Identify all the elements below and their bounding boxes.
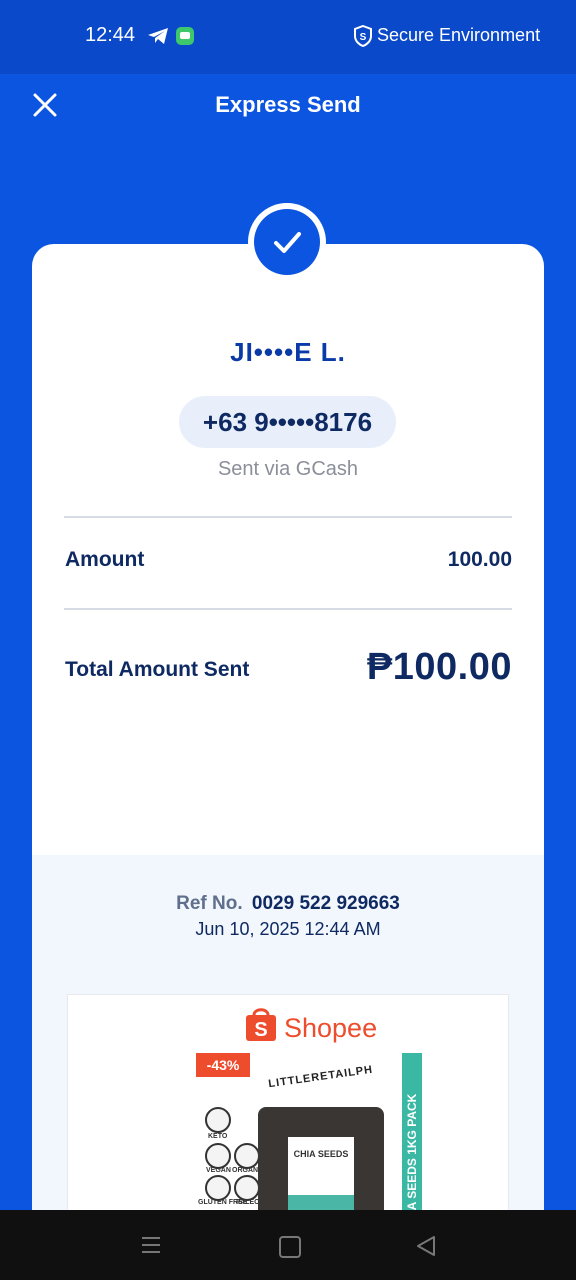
divider xyxy=(64,608,512,610)
shopee-bag-icon: S xyxy=(246,1008,276,1041)
success-check-badge xyxy=(248,203,326,281)
home-icon[interactable] xyxy=(279,1236,301,1258)
app-header: Express Send xyxy=(0,74,576,138)
ref-number: 0029 522 929663 xyxy=(251,893,400,914)
status-bar: 12:44 S Secure Environment xyxy=(0,0,576,74)
shopee-ad-banner[interactable]: S Shopee -43% LITTLERETAILPH KETO VEGAN … xyxy=(68,995,508,1244)
discount-badge: -43% xyxy=(196,1053,250,1077)
svg-text:S: S xyxy=(360,32,367,43)
recipient-phone: +63 9•••••8176 xyxy=(179,396,396,448)
check-icon xyxy=(274,232,301,253)
total-amount-label: Total Amount Sent xyxy=(65,658,250,681)
seller-name: LITTLERETAILPH xyxy=(267,1063,374,1091)
reference-line: Ref No. 0029 522 929663 xyxy=(32,893,544,915)
diet-label: PALEO xyxy=(236,1199,260,1206)
vegan-icon xyxy=(205,1143,231,1169)
reference-panel: Ref No. 0029 522 929663 Jun 10, 2025 12:… xyxy=(32,855,544,1244)
diet-label: KETO xyxy=(208,1133,228,1140)
shield-icon: S xyxy=(354,25,372,47)
system-nav-bar xyxy=(0,1210,576,1280)
organic-icon xyxy=(234,1143,260,1169)
svg-text:S: S xyxy=(254,1019,267,1041)
telegram-icon xyxy=(148,28,168,44)
product-title: CHIA SEEDS xyxy=(293,1149,349,1159)
status-time: 12:44 xyxy=(85,24,136,46)
gluten-free-icon xyxy=(205,1175,231,1201)
amount-label: Amount xyxy=(65,548,145,571)
receipt-card: JI••••E L. +63 9•••••8176 Sent via GCash… xyxy=(32,244,544,1244)
secure-environment-label: Secure Environment xyxy=(377,25,541,45)
menu-icon[interactable] xyxy=(141,1235,161,1255)
shopee-brand-name: Shopee xyxy=(284,1013,378,1043)
page-title: Express Send xyxy=(215,92,361,117)
ref-label: Ref No. xyxy=(176,893,243,914)
keto-icon xyxy=(205,1107,231,1133)
transaction-date: Jun 10, 2025 12:44 AM xyxy=(195,919,381,939)
amount-value: 100.00 xyxy=(447,548,512,571)
paleo-icon xyxy=(234,1175,260,1201)
divider xyxy=(64,516,512,518)
chat-app-icon xyxy=(176,27,194,45)
sent-via-label: Sent via GCash xyxy=(217,458,359,480)
diet-label: VEGAN xyxy=(206,1167,231,1174)
back-icon[interactable] xyxy=(416,1235,436,1257)
recipient-name: JI••••E L. xyxy=(230,337,346,367)
total-amount-value: ₱100.00 xyxy=(366,646,512,688)
